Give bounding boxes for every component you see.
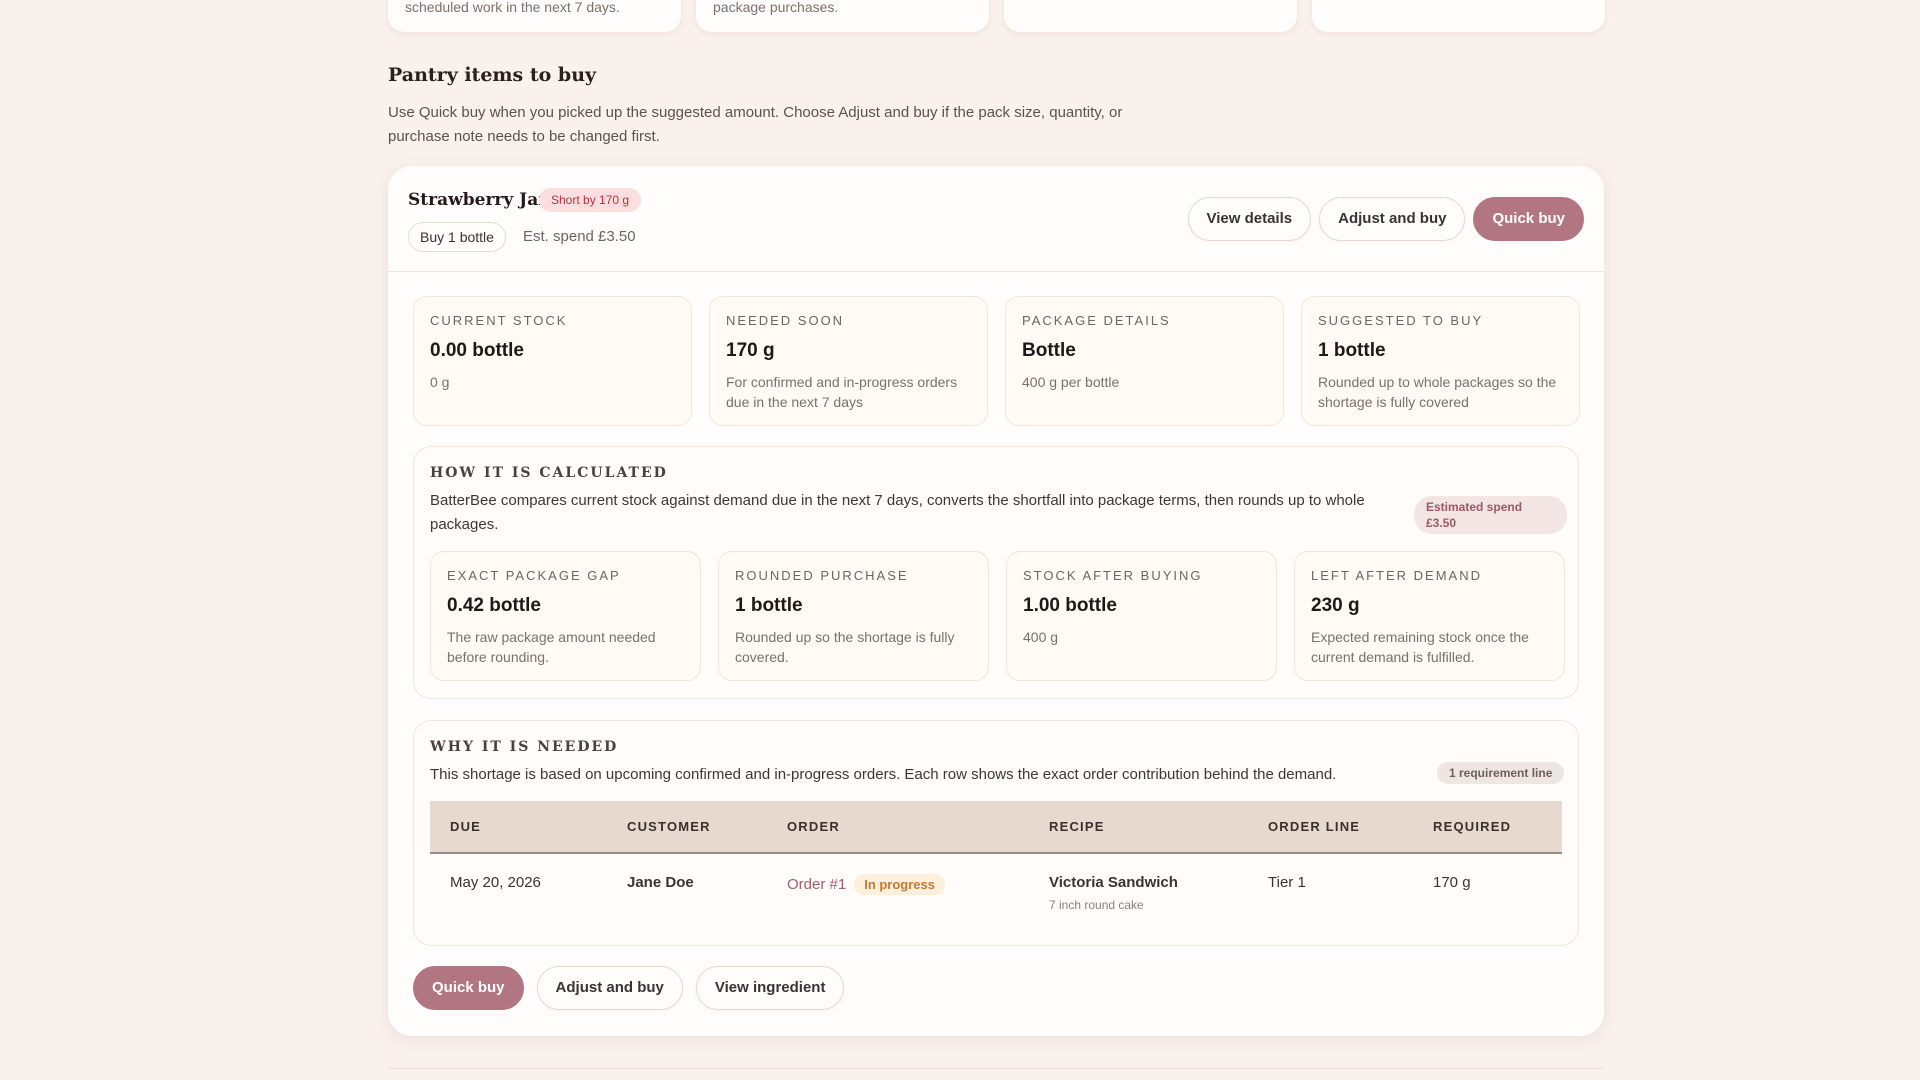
summary-card-text: package purchases. [713, 0, 839, 15]
stat-label: NEEDED SOON [726, 313, 845, 328]
stat-subtext: Rounded up so the shortage is fully cove… [735, 629, 955, 665]
stat-suggested-to-buy: SUGGESTED TO BUY 1 bottle Rounded up to … [1301, 296, 1580, 426]
stat-label: STOCK AFTER BUYING [1023, 568, 1203, 583]
item-name: Strawberry Jam [408, 190, 557, 210]
calculation-panel: HOW IT IS CALCULATED BatterBee compares … [413, 446, 1579, 699]
stat-label: LEFT AFTER DEMAND [1311, 568, 1483, 583]
stat-value: 1 bottle [735, 595, 803, 616]
stat-needed-soon: NEEDED SOON 170 g For confirmed and in-p… [709, 296, 988, 426]
column-header-required: REQUIRED [1413, 801, 1562, 854]
section-description: Use Quick buy when you picked up the sug… [388, 104, 1123, 145]
summary-card-text: scheduled work in the next 7 days. [405, 0, 620, 15]
customer-name: Jane Doe [627, 874, 694, 891]
header-actions: View details Adjust and buy Quick buy [1187, 197, 1584, 241]
summary-card: package purchases. [696, 0, 989, 32]
stock-stats: CURRENT STOCK 0.00 bottle 0 g NEEDED SOO… [413, 296, 1580, 426]
stat-label: CURRENT STOCK [430, 313, 568, 328]
stat-value: 0.42 bottle [447, 595, 541, 616]
column-header-due: DUE [430, 801, 607, 854]
stat-subtext: 400 g [1023, 629, 1059, 645]
stat-value: 0.00 bottle [430, 340, 524, 361]
calculation-description: BatterBee compares current stock against… [430, 492, 1365, 533]
stat-label: EXACT PACKAGE GAP [447, 568, 621, 583]
footer-adjust-and-buy-button[interactable]: Adjust and buy [536, 966, 683, 1010]
order-line: Tier 1 [1268, 874, 1306, 891]
recipe-cell: Victoria Sandwich 7 inch round cake [1029, 853, 1248, 915]
order-link[interactable]: Order #1 [787, 876, 846, 893]
pantry-item-card: Strawberry Jam Short by 170 g Buy 1 bott… [388, 166, 1604, 1036]
stat-label: SUGGESTED TO BUY [1318, 313, 1484, 328]
stat-value: 170 g [726, 340, 775, 361]
stat-package-details: PACKAGE DETAILS Bottle 400 g per bottle [1005, 296, 1284, 426]
stat-value: Bottle [1022, 340, 1076, 361]
column-header-customer: CUSTOMER [607, 801, 767, 854]
adjust-and-buy-button[interactable]: Adjust and buy [1319, 197, 1466, 241]
stat-left-after-demand: LEFT AFTER DEMAND 230 g Expected remaini… [1294, 551, 1565, 681]
view-ingredient-button[interactable]: View ingredient [695, 966, 845, 1010]
quick-buy-button[interactable]: Quick buy [1473, 197, 1584, 241]
recipe-name: Victoria Sandwich [1049, 874, 1178, 891]
summary-card [1312, 0, 1605, 32]
stat-value: 1 bottle [1318, 340, 1386, 361]
requirements-title: WHY IT IS NEEDED [430, 739, 619, 755]
estimated-spend-pill: Estimated spend £3.50 [1414, 496, 1567, 534]
requirements-panel: WHY IT IS NEEDED This shortage is based … [413, 720, 1579, 946]
estimated-spend: Est. spend £3.50 [523, 228, 636, 245]
column-header-order-line: ORDER LINE [1248, 801, 1413, 854]
footer-quick-buy-button[interactable]: Quick buy [413, 966, 524, 1010]
requirement-count-pill: 1 requirement line [1437, 762, 1565, 784]
section-title: Pantry items to buy [388, 64, 597, 86]
summary-card [1004, 0, 1297, 32]
recipe-subtitle: 7 inch round cake [1049, 898, 1144, 912]
column-header-recipe: RECIPE [1029, 801, 1248, 854]
summary-cards: scheduled work in the next 7 days. packa… [388, 0, 1605, 32]
item-header: Strawberry Jam Short by 170 g Buy 1 bott… [388, 166, 1604, 272]
footer-actions: Quick buy Adjust and buy View ingredient [413, 966, 845, 1010]
requirements-table: DUE CUSTOMER ORDER RECIPE ORDER LINE REQ… [430, 801, 1562, 915]
shortage-badge: Short by 170 g [539, 188, 642, 212]
stat-label: PACKAGE DETAILS [1022, 313, 1171, 328]
divider [388, 1068, 1604, 1069]
stat-subtext: Rounded up to whole packages so the shor… [1318, 374, 1557, 410]
stat-subtext: The raw package amount needed before rou… [447, 629, 656, 665]
stat-exact-package-gap: EXACT PACKAGE GAP 0.42 bottle The raw pa… [430, 551, 701, 681]
calculation-title: HOW IT IS CALCULATED [430, 465, 668, 481]
stat-value: 1.00 bottle [1023, 595, 1117, 616]
stat-subtext: 400 g per bottle [1022, 374, 1120, 390]
table-header-row: DUE CUSTOMER ORDER RECIPE ORDER LINE REQ… [430, 801, 1562, 854]
table-row: May 20, 2026 Jane Doe Order #1 In progres… [430, 853, 1562, 915]
view-details-button[interactable]: View details [1187, 197, 1312, 241]
due-date: May 20, 2026 [450, 874, 541, 891]
order-status-badge: In progress [854, 874, 945, 895]
stat-subtext: For confirmed and in-progress orders due… [726, 374, 958, 410]
stat-current-stock: CURRENT STOCK 0.00 bottle 0 g [413, 296, 692, 426]
buy-quantity-chip: Buy 1 bottle [408, 222, 506, 252]
summary-card: scheduled work in the next 7 days. [388, 0, 681, 32]
order-cell: Order #1 In progress [767, 853, 1029, 915]
stat-subtext: 0 g [430, 374, 450, 390]
requirements-description: This shortage is based on upcoming confi… [430, 766, 1337, 783]
calculation-stats: EXACT PACKAGE GAP 0.42 bottle The raw pa… [430, 551, 1565, 681]
stat-label: ROUNDED PURCHASE [735, 568, 909, 583]
column-header-order: ORDER [767, 801, 1029, 854]
stat-value: 230 g [1311, 595, 1360, 616]
stat-rounded-purchase: ROUNDED PURCHASE 1 bottle Rounded up so … [718, 551, 989, 681]
stat-stock-after-buying: STOCK AFTER BUYING 1.00 bottle 400 g [1006, 551, 1277, 681]
required-amount: 170 g [1433, 874, 1471, 891]
stat-subtext: Expected remaining stock once the curren… [1311, 629, 1529, 665]
